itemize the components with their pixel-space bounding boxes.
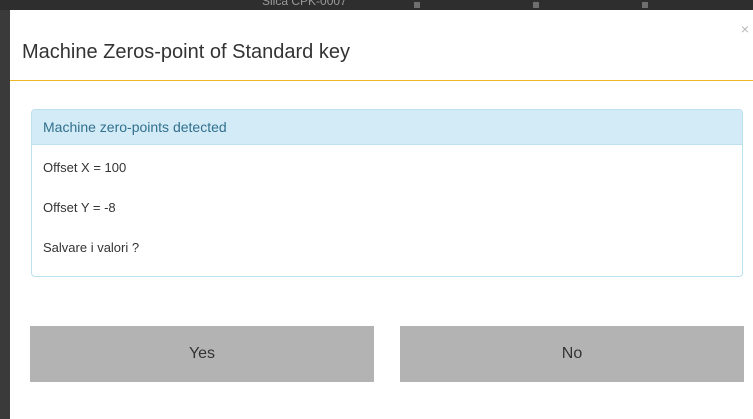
offset-x-text: Offset X = 100: [43, 160, 127, 175]
dialog-title: Machine Zeros-point of Standard key: [22, 41, 350, 63]
info-panel: Machine zero-points detected Offset X = …: [31, 109, 743, 277]
panel-body: Offset X = 100 Offset Y = -8 Salvare i v…: [32, 158, 742, 258]
background-mark: [414, 2, 420, 8]
offset-y-text: Offset Y = -8: [43, 200, 116, 215]
background-partial-text: Silca CPK-0007: [262, 0, 347, 8]
save-question-text: Salvare i valori ?: [43, 240, 140, 255]
no-button[interactable]: No: [400, 326, 744, 382]
modal-dialog: Machine Zeros-point of Standard key × Ma…: [10, 10, 753, 419]
close-icon[interactable]: ×: [738, 22, 752, 36]
yes-button[interactable]: Yes: [30, 326, 374, 382]
background-mark: [533, 2, 539, 8]
background-app-strip: Silca CPK-0007: [0, 0, 753, 10]
background-mark: [642, 2, 648, 8]
dialog-header: Machine Zeros-point of Standard key ×: [10, 10, 753, 81]
panel-heading: Machine zero-points detected: [32, 110, 742, 145]
